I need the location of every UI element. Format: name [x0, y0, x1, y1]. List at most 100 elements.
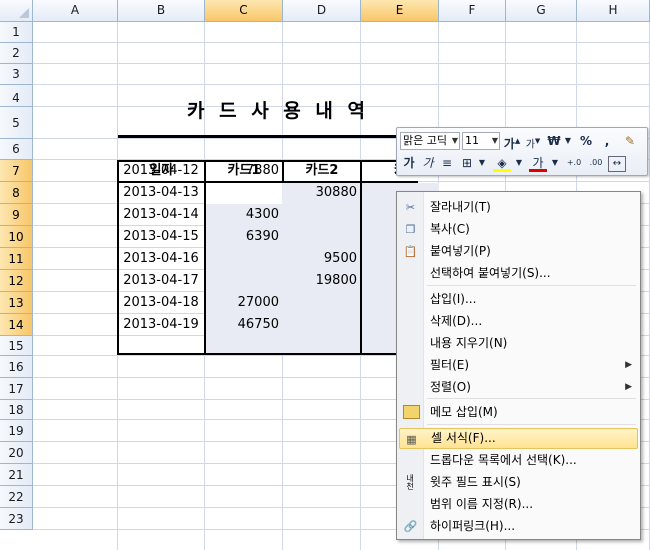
- row-header-8[interactable]: 8: [0, 182, 33, 204]
- row-header-9[interactable]: 9: [0, 204, 33, 226]
- menu-item-8[interactable]: 필터(E) ▶: [399, 355, 638, 376]
- menu-item-label: 내용 지우기(N): [430, 336, 508, 350]
- grow-font-button[interactable]: 가▲: [503, 132, 521, 151]
- italic-button[interactable]: 가: [419, 154, 437, 172]
- column-header-d[interactable]: D: [283, 0, 361, 22]
- column-header-c[interactable]: C: [205, 0, 283, 22]
- menu-item-3[interactable]: 📋 붙여넣기(P): [399, 241, 638, 262]
- menu-item-label: 정렬(O): [430, 380, 471, 394]
- menu-item-5[interactable]: 삽입(I)...: [399, 289, 638, 310]
- table-border: [117, 160, 417, 355]
- menu-item-label: 하이퍼링크(H)...: [430, 519, 516, 533]
- row-header-2[interactable]: 2: [0, 43, 33, 64]
- copy-icon: ❐: [405, 223, 416, 236]
- row-header-22[interactable]: 22: [0, 486, 33, 508]
- menu-item-13[interactable]: 내천 윗주 필드 표시(S): [399, 472, 638, 493]
- divider-1: [204, 160, 206, 355]
- chevron-down-icon[interactable]: ▼: [510, 154, 528, 172]
- menu-separator: [427, 398, 636, 399]
- row-header-19[interactable]: 19: [0, 420, 33, 442]
- chevron-down-icon: ▼: [491, 136, 498, 145]
- chevron-down-icon[interactable]: ▼: [473, 154, 491, 172]
- font-size-value: 11: [465, 134, 479, 147]
- title-underline: [118, 135, 398, 138]
- menu-item-12[interactable]: 드롭다운 목록에서 선택(K)...: [399, 450, 638, 471]
- header-bottom-border: [118, 181, 418, 183]
- menu-item-6[interactable]: 삭제(D)...: [399, 311, 638, 332]
- context-menu: ✂ 잘라내기(T) ❐ 복사(C) 📋 붙여넣기(P) 선택하여 붙여넣기(S)... 삽입(…: [396, 191, 641, 540]
- font-color-button[interactable]: 가: [529, 154, 547, 172]
- font-name-box[interactable]: 맑은 고딕 ▼: [400, 132, 460, 150]
- chevron-down-icon[interactable]: ▼: [559, 132, 577, 150]
- menu-item-label: 드롭다운 목록에서 선택(K)...: [430, 453, 577, 467]
- gridline: [33, 42, 650, 43]
- percent-button[interactable]: %: [577, 132, 595, 150]
- row-header-7[interactable]: 7: [0, 160, 33, 182]
- paste-icon: 📋: [403, 245, 418, 258]
- column-header-h[interactable]: H: [577, 0, 650, 22]
- row-header-5[interactable]: 5: [0, 107, 33, 139]
- increase-decimal-button[interactable]: +.0: [564, 154, 584, 172]
- shrink-font-button[interactable]: 가▼: [524, 132, 542, 150]
- grow-font-label: 가: [503, 137, 515, 151]
- sheet-title: 카 드 사 용 내 역: [187, 100, 369, 122]
- row-header-14[interactable]: 14: [0, 314, 33, 336]
- chevron-down-icon[interactable]: ▼: [546, 154, 564, 172]
- phonetic-icon: 내천: [406, 474, 414, 491]
- row-header-3[interactable]: 3: [0, 64, 33, 85]
- menu-item-label: 삽입(I)...: [430, 292, 477, 306]
- menu-item-label: 셀 서식(F)...: [431, 431, 496, 445]
- center-align-icon[interactable]: ≡: [438, 154, 456, 172]
- divider-3: [360, 160, 362, 355]
- row-header-6[interactable]: 6: [0, 139, 33, 160]
- row-header-11[interactable]: 11: [0, 248, 33, 270]
- decrease-decimal-button[interactable]: .00: [586, 154, 606, 172]
- row-header-18[interactable]: 18: [0, 400, 33, 420]
- hyperlink-icon: 🔗: [403, 520, 418, 533]
- comment-icon: [403, 405, 420, 419]
- menu-item-4[interactable]: 선택하여 붙여넣기(S)...: [399, 263, 638, 284]
- row-header-16[interactable]: 16: [0, 356, 33, 378]
- row-header-23[interactable]: 23: [0, 508, 33, 530]
- menu-item-label: 복사(C): [430, 222, 470, 236]
- comma-button[interactable]: ,: [598, 132, 616, 150]
- row-header-17[interactable]: 17: [0, 378, 33, 400]
- menu-item-10[interactable]: 메모 삽입(M): [399, 402, 638, 423]
- chevron-down-icon: ▼: [451, 136, 458, 145]
- bold-button[interactable]: 가: [400, 154, 418, 172]
- font-name-value: 맑은 고딕: [403, 134, 447, 147]
- menu-item-9[interactable]: 정렬(O) ▶: [399, 377, 638, 398]
- scissors-icon: ✂: [405, 201, 416, 214]
- menu-item-1[interactable]: ✂ 잘라내기(T): [399, 197, 638, 218]
- submenu-arrow-icon: ▶: [625, 382, 632, 392]
- row-header-21[interactable]: 21: [0, 464, 33, 486]
- mini-toolbar: 맑은 고딕 ▼ 11 ▼ 가▲ 가▼ ₩ ▼ % , ✎ 가 가 ≡ ⊞ ▼ ◈…: [396, 127, 648, 176]
- column-header-b[interactable]: B: [118, 0, 205, 22]
- menu-item-14[interactable]: 범위 이름 지정(R)...: [399, 494, 638, 515]
- row-header-1[interactable]: 1: [0, 22, 33, 43]
- gridline: [33, 84, 650, 85]
- merge-center-icon[interactable]: ↔: [608, 156, 626, 172]
- menu-item-11[interactable]: ▦ 셀 서식(F)...: [399, 428, 638, 449]
- column-header-e[interactable]: E: [361, 0, 439, 22]
- row-header-13[interactable]: 13: [0, 292, 33, 314]
- column-header-f[interactable]: F: [439, 0, 506, 22]
- row-header-12[interactable]: 12: [0, 270, 33, 292]
- select-all-corner[interactable]: [0, 0, 33, 22]
- row-header-4[interactable]: 4: [0, 85, 33, 107]
- menu-item-2[interactable]: ❐ 복사(C): [399, 219, 638, 240]
- menu-item-label: 메모 삽입(M): [430, 405, 498, 419]
- row-header-20[interactable]: 20: [0, 442, 33, 464]
- column-header-g[interactable]: G: [506, 0, 577, 22]
- gridline: [33, 63, 650, 64]
- fill-color-icon[interactable]: ◈: [493, 154, 511, 172]
- row-header-15[interactable]: 15: [0, 336, 33, 356]
- font-size-box[interactable]: 11 ▼: [462, 132, 500, 150]
- column-header-a[interactable]: A: [33, 0, 118, 22]
- menu-item-7[interactable]: 내용 지우기(N): [399, 333, 638, 354]
- menu-item-15[interactable]: 🔗 하이퍼링크(H)...: [399, 516, 638, 537]
- menu-item-label: 윗주 필드 표시(S): [430, 475, 521, 489]
- format-painter-icon[interactable]: ✎: [621, 132, 639, 150]
- divider-2: [282, 160, 284, 182]
- row-header-10[interactable]: 10: [0, 226, 33, 248]
